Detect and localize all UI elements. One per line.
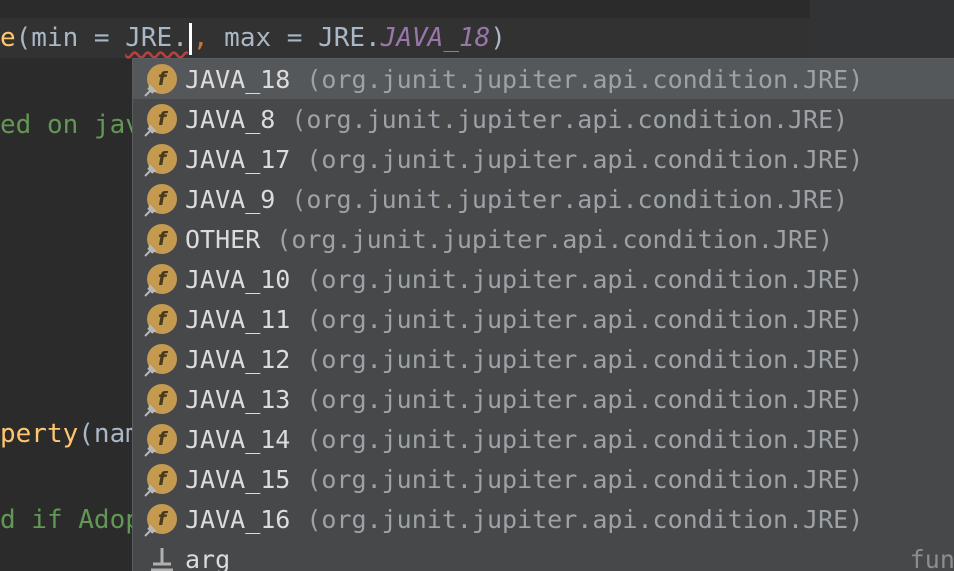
- enum-field-icon: f: [147, 264, 177, 294]
- completion-item-name: JAVA_10: [185, 265, 290, 294]
- code-line-1[interactable]: e(min = JRE., max = JRE.JAVA_18): [0, 18, 506, 58]
- completion-item-name: JAVA_16: [185, 505, 290, 534]
- completion-item-name: JAVA_8: [185, 105, 275, 134]
- code-fn-fragment: e: [0, 23, 16, 53]
- code-comma: ,: [193, 23, 209, 53]
- completion-item[interactable]: f JAVA_15 (org.junit.jupiter.api.condition…: [133, 459, 954, 499]
- completion-item-name: JAVA_13: [185, 385, 290, 414]
- completion-item-package: (org.junit.jupiter.api.condition.JRE): [306, 65, 863, 94]
- completion-item-name: JAVA_9: [185, 185, 275, 214]
- completion-item[interactable]: f OTHER (org.junit.jupiter.api.condition.J…: [133, 219, 954, 259]
- completion-item[interactable]: f JAVA_14 (org.junit.jupiter.api.condition…: [133, 419, 954, 459]
- completion-item[interactable]: f JAVA_16 (org.junit.jupiter.api.condition…: [133, 499, 954, 539]
- enum-field-icon: f: [147, 424, 177, 454]
- completion-item[interactable]: arg funct: [133, 539, 954, 571]
- enum-field-icon: f: [147, 304, 177, 334]
- completion-item-package: (org.junit.jupiter.api.condition.JRE): [306, 425, 863, 454]
- enum-field-icon: f: [147, 344, 177, 374]
- completion-item[interactable]: f JAVA_13 (org.junit.jupiter.api.condition…: [133, 379, 954, 419]
- completion-item-package: (org.junit.jupiter.api.condition.JRE): [306, 345, 863, 374]
- code-args-rest: max = JRE.: [209, 23, 381, 53]
- enum-field-icon: f: [147, 384, 177, 414]
- completion-item-name: JAVA_11: [185, 305, 290, 334]
- completion-item-name: OTHER: [185, 225, 260, 254]
- completion-item-package: (org.junit.jupiter.api.condition.JRE): [291, 185, 848, 214]
- code-line-4[interactable]: d if Adop: [0, 500, 141, 540]
- completion-item-package: (org.junit.jupiter.api.condition.JRE): [306, 305, 863, 334]
- enum-field-icon: f: [147, 224, 177, 254]
- completion-item[interactable]: f JAVA_17 (org.junit.jupiter.api.condition…: [133, 139, 954, 179]
- code-line-3[interactable]: perty(nam: [0, 414, 141, 454]
- enum-field-icon: f: [147, 144, 177, 174]
- code-enum-constant: JAVA_18: [381, 23, 491, 53]
- completion-item-name: arg: [185, 545, 230, 571]
- completion-item-package: (org.junit.jupiter.api.condition.JRE): [291, 105, 848, 134]
- code-args-close: ): [490, 23, 506, 53]
- completion-item-package: (org.junit.jupiter.api.condition.JRE): [306, 465, 863, 494]
- completion-item-name: JAVA_14: [185, 425, 290, 454]
- completion-item[interactable]: f JAVA_10 (org.junit.jupiter.api.condition…: [133, 259, 954, 299]
- enum-field-icon: f: [147, 184, 177, 214]
- completion-item-name: JAVA_18: [185, 65, 290, 94]
- code-args-open: (min =: [16, 23, 126, 53]
- enum-field-icon: f: [147, 64, 177, 94]
- completion-item[interactable]: f JAVA_8 (org.junit.jupiter.api.condition.…: [133, 99, 954, 139]
- completion-item-package: (org.junit.jupiter.api.condition.JRE): [306, 265, 863, 294]
- text-caret: [189, 23, 192, 55]
- completion-item-package: (org.junit.jupiter.api.condition.JRE): [306, 505, 863, 534]
- completion-item[interactable]: f JAVA_9 (org.junit.jupiter.api.condition.…: [133, 179, 954, 219]
- code-method-name: perty: [0, 419, 78, 449]
- code-typed-text: JRE.: [125, 23, 188, 53]
- completion-item[interactable]: f JAVA_12 (org.junit.jupiter.api.condition…: [133, 339, 954, 379]
- completion-item[interactable]: f JAVA_11 (org.junit.jupiter.api.condition…: [133, 299, 954, 339]
- completion-item-package: (org.junit.jupiter.api.condition.JRE): [276, 225, 833, 254]
- completion-item-name: JAVA_15: [185, 465, 290, 494]
- completion-item-name: JAVA_12: [185, 345, 290, 374]
- completion-item[interactable]: f JAVA_18 (org.junit.jupiter.api.condition…: [133, 59, 954, 99]
- completion-item-package: (org.junit.jupiter.api.condition.JRE): [306, 385, 863, 414]
- enum-field-icon: f: [147, 504, 177, 534]
- completion-item-name: JAVA_17: [185, 145, 290, 174]
- completion-item-package: (org.junit.jupiter.api.condition.JRE): [306, 145, 863, 174]
- completion-popup[interactable]: fJAVA_18(org.junit.jupiter.api.condition…: [132, 58, 954, 571]
- enum-field-icon: f: [147, 464, 177, 494]
- parameter-icon: [147, 544, 177, 571]
- completion-item-type: funct: [910, 545, 954, 571]
- enum-field-icon: f: [147, 104, 177, 134]
- code-line-2[interactable]: ed on jav: [0, 105, 141, 145]
